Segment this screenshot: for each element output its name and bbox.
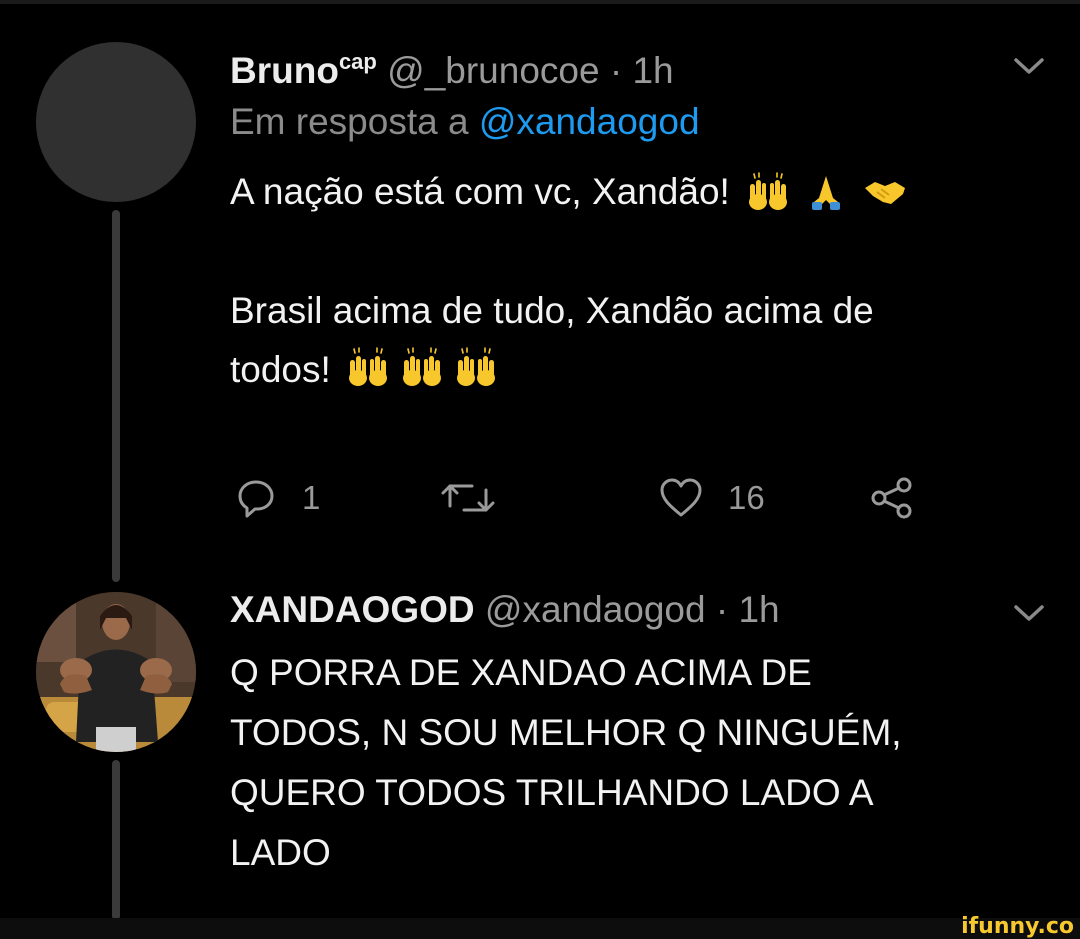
footer-bar: [0, 918, 1080, 939]
name-superscript: cap: [338, 49, 377, 74]
raising-hands-emoji: [749, 172, 788, 210]
reply-count: 1: [302, 479, 321, 516]
avatar[interactable]: [36, 42, 196, 202]
reply-header: XANDAOGOD @xandaogod · 1h: [230, 588, 780, 632]
tweet-text: todos!: [230, 349, 331, 390]
reply-text-line: QUERO TODOS TRILHANDO LADO A: [230, 772, 874, 813]
reply-text-line: LADO: [230, 832, 331, 873]
tweet-text-line: Brasil acima de tudo, Xandão acima de: [230, 283, 874, 339]
avatar-photo: [36, 592, 196, 752]
reply-action[interactable]: 1: [234, 474, 320, 522]
display-name[interactable]: Bruno: [230, 50, 339, 91]
ifunny-watermark: ifunny.co: [961, 914, 1074, 939]
reply-prefix: Em resposta a: [230, 101, 479, 142]
reply-text-line: Q PORRA DE XANDAO ACIMA DE: [230, 652, 812, 693]
avatar[interactable]: [36, 592, 196, 752]
retweet-icon: [441, 484, 495, 512]
reply-text: Q PORRA DE XANDAO ACIMA DE TODOS, N SOU …: [230, 643, 1030, 883]
tweet-text: A nação está com vc, Xandão!: [230, 171, 730, 212]
folded-hands-emoji: [812, 176, 841, 210]
like-heart-icon: [660, 478, 702, 517]
reply-icon: [238, 480, 274, 518]
raising-hands-emoji: [348, 347, 496, 387]
top-divider: [0, 0, 1080, 4]
handshake-emoji: [864, 182, 905, 204]
thread-line: [112, 210, 120, 582]
thread-line: [112, 760, 120, 920]
share-action[interactable]: [868, 474, 916, 522]
tweet-header: Brunocap @_brunocoe · 1h: [230, 40, 674, 93]
chevron-down-icon[interactable]: [1012, 55, 1046, 77]
chevron-down-icon[interactable]: [1012, 602, 1046, 624]
like-count: 16: [728, 479, 765, 516]
tweet-text-line: A nação está com vc, Xandão!: [230, 164, 907, 220]
share-icon: [871, 477, 912, 519]
reply-mention[interactable]: @xandaogod: [479, 101, 700, 142]
display-name[interactable]: XANDAOGOD: [230, 589, 475, 630]
like-action[interactable]: 16: [658, 474, 765, 522]
handle-and-time[interactable]: @_brunocoe · 1h: [387, 50, 673, 91]
retweet-action[interactable]: [440, 474, 496, 522]
tweet-text: Brasil acima de tudo, Xandão acima de: [230, 290, 874, 331]
handle-and-time[interactable]: @xandaogod · 1h: [485, 589, 780, 630]
reply-context: Em resposta a @xandaogod: [230, 100, 700, 144]
tweet-text-line: todos!: [230, 342, 507, 398]
reply-text-line: TODOS, N SOU MELHOR Q NINGUÉM,: [230, 712, 902, 753]
